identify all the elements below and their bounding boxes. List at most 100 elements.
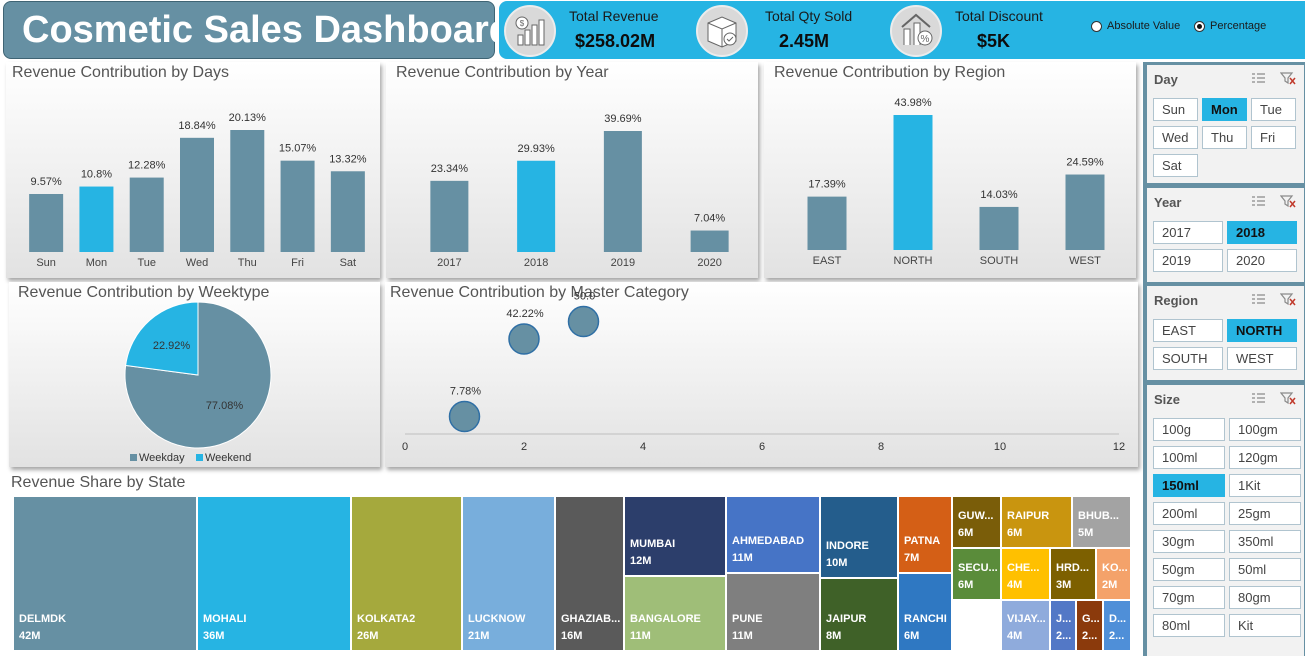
scatter-label-2: 42.22% [506, 308, 544, 320]
treemap-tile-name: KO... [1102, 562, 1128, 574]
year-slicer-controls [1250, 194, 1296, 208]
data-label-north: 43.98% [894, 97, 932, 109]
x-tick-2: 2 [521, 441, 527, 453]
bar-north [893, 115, 933, 250]
slicer-item-350ml[interactable]: 350ml [1229, 530, 1301, 553]
treemap-tile-name: GUW... [958, 510, 994, 522]
slicer-item-150ml[interactable]: 150ml [1153, 474, 1225, 497]
tick-label-wed: Wed [186, 257, 208, 269]
slicer-item-100g[interactable]: 100g [1153, 418, 1225, 441]
multi-select-icon[interactable] [1250, 194, 1266, 208]
scatter-point-1 [448, 400, 481, 433]
weektype-chart: 77.08% 22.92% Weekday Weekend [124, 301, 272, 464]
multi-select-icon[interactable] [1250, 71, 1266, 85]
treemap-tile-name: VIJAY... [1007, 613, 1046, 625]
kpi-discount-label: Total Discount [955, 8, 1043, 24]
slicer-item-50gm[interactable]: 50gm [1153, 558, 1225, 581]
slicer-item-1kit[interactable]: 1Kit [1229, 474, 1301, 497]
slicer-item-50ml[interactable]: 50ml [1229, 558, 1301, 581]
x-tick-12: 12 [1113, 441, 1125, 453]
package-icon [696, 5, 748, 57]
pie-label-weekday: 77.08% [206, 400, 244, 412]
treemap-tile-value: 2M [1102, 579, 1118, 591]
treemap-tile-value: 8M [826, 630, 842, 642]
treemap-tile-name: MUMBAI [630, 538, 676, 550]
slicer-item-120gm[interactable]: 120gm [1229, 446, 1301, 469]
treemap-tile: RAIPUR 6M [1001, 496, 1072, 548]
kpi-qty-label: Total Qty Sold [765, 8, 853, 24]
weektype-chart-panel: Revenue Contribution by Weektype 77.08% 2… [9, 282, 380, 467]
slicer-item-mon[interactable]: Mon [1202, 98, 1247, 121]
tick-label-sun: Sun [36, 257, 56, 269]
slicer-item-200ml[interactable]: 200ml [1153, 502, 1225, 525]
treemap-tile: KOLKATA2 26M [351, 496, 462, 651]
slicer-item-2019[interactable]: 2019 [1153, 249, 1223, 272]
clear-filter-icon[interactable] [1280, 292, 1296, 306]
tick-label-2020: 2020 [697, 257, 721, 269]
data-label-2019: 39.69% [604, 113, 642, 125]
slicer-item-100ml[interactable]: 100ml [1153, 446, 1225, 469]
treemap-tile-name: MOHALI [203, 613, 247, 625]
region-chart-panel: Revenue Contribution by Region 17.39% EAS… [764, 62, 1136, 278]
master-chart-panel: Revenue Contribution by Master Category … [385, 282, 1138, 467]
treemap-tile-value: 4M [1007, 579, 1023, 591]
clear-filter-icon[interactable] [1280, 71, 1296, 85]
region-slicer-title: Region [1154, 293, 1199, 308]
slicer-item-2017[interactable]: 2017 [1153, 221, 1223, 244]
slicer-item-2018[interactable]: 2018 [1227, 221, 1297, 244]
slicer-item-sat[interactable]: Sat [1153, 154, 1198, 177]
treemap-tile: MOHALI 36M [197, 496, 351, 651]
bar-east [807, 196, 847, 250]
slicer-panel: Day Sun Mon Tue Wed Thu Fri Sat Year 2017 2018 2… [1143, 62, 1305, 656]
radio-absolute-label: Absolute Value [1107, 20, 1181, 32]
slicer-item-south[interactable]: SOUTH [1153, 347, 1223, 370]
treemap-tile-name: CHE... [1007, 562, 1040, 574]
treemap-tile: GHAZIAB... 16M [555, 496, 624, 651]
page-title: Cosmetic Sales Dashboard [3, 1, 512, 59]
radio-absolute-value[interactable]: Absolute Value [1091, 20, 1180, 32]
data-label-east: 17.39% [808, 179, 846, 191]
year-slicer-title: Year [1154, 195, 1182, 210]
treemap-tile-name: AHMEDABAD [732, 535, 805, 547]
slicer-item-30gm[interactable]: 30gm [1153, 530, 1225, 553]
slicer-item-2020[interactable]: 2020 [1227, 249, 1297, 272]
slicer-item-80gm[interactable]: 80gm [1229, 586, 1301, 609]
treemap-tile: BANGALORE 11M [624, 576, 726, 651]
data-label-south: 14.03% [980, 189, 1018, 201]
treemap-tile-name: SECU... [958, 562, 998, 574]
treemap-tile-name: RANCHI [904, 613, 947, 625]
treemap-tile-value: 5M [1078, 527, 1094, 539]
legend-swatch-weekend [196, 454, 203, 461]
multi-select-icon[interactable] [1250, 292, 1266, 306]
clear-filter-icon[interactable] [1280, 194, 1296, 208]
slicer-item-kit[interactable]: Kit [1229, 614, 1301, 637]
treemap-tile-label: BHUB... 5M [1078, 508, 1119, 542]
pie-label-weekend: 22.92% [153, 340, 191, 352]
data-label-sun: 9.57% [31, 176, 62, 188]
treemap-tile: KO... 2M [1096, 548, 1131, 600]
slicer-item-east[interactable]: EAST [1153, 319, 1223, 342]
slicer-item-tue[interactable]: Tue [1251, 98, 1296, 121]
multi-select-icon[interactable] [1250, 391, 1266, 405]
slicer-item-north[interactable]: NORTH [1227, 319, 1297, 342]
radio-percentage[interactable]: Percentage [1194, 20, 1266, 32]
slicer-item-100gm[interactable]: 100gm [1229, 418, 1301, 441]
slicer-item-25gm[interactable]: 25gm [1229, 502, 1301, 525]
treemap-tile-label: BANGALORE 11M [630, 611, 701, 645]
slicer-item-thu[interactable]: Thu [1202, 126, 1247, 149]
treemap-tile-label: CHE... 4M [1007, 560, 1039, 594]
slicer-item-west[interactable]: WEST [1227, 347, 1297, 370]
treemap-tile-name: PATNA [904, 535, 941, 547]
legend-weekday: Weekday [139, 452, 185, 464]
slicer-item-70gm[interactable]: 70gm [1153, 586, 1225, 609]
slicer-item-fri[interactable]: Fri [1251, 126, 1296, 149]
slicer-item-80ml[interactable]: 80ml [1153, 614, 1225, 637]
data-label-fri: 15.07% [279, 143, 317, 155]
clear-filter-icon[interactable] [1280, 391, 1296, 405]
slicer-item-wed[interactable]: Wed [1153, 126, 1198, 149]
day-slicer-title: Day [1154, 72, 1178, 87]
kpi-revenue-label: Total Revenue [569, 8, 659, 24]
state-treemap-title: Revenue Share by State [11, 474, 186, 491]
slicer-item-sun[interactable]: Sun [1153, 98, 1198, 121]
treemap-tile-value: 2... [1082, 630, 1098, 642]
